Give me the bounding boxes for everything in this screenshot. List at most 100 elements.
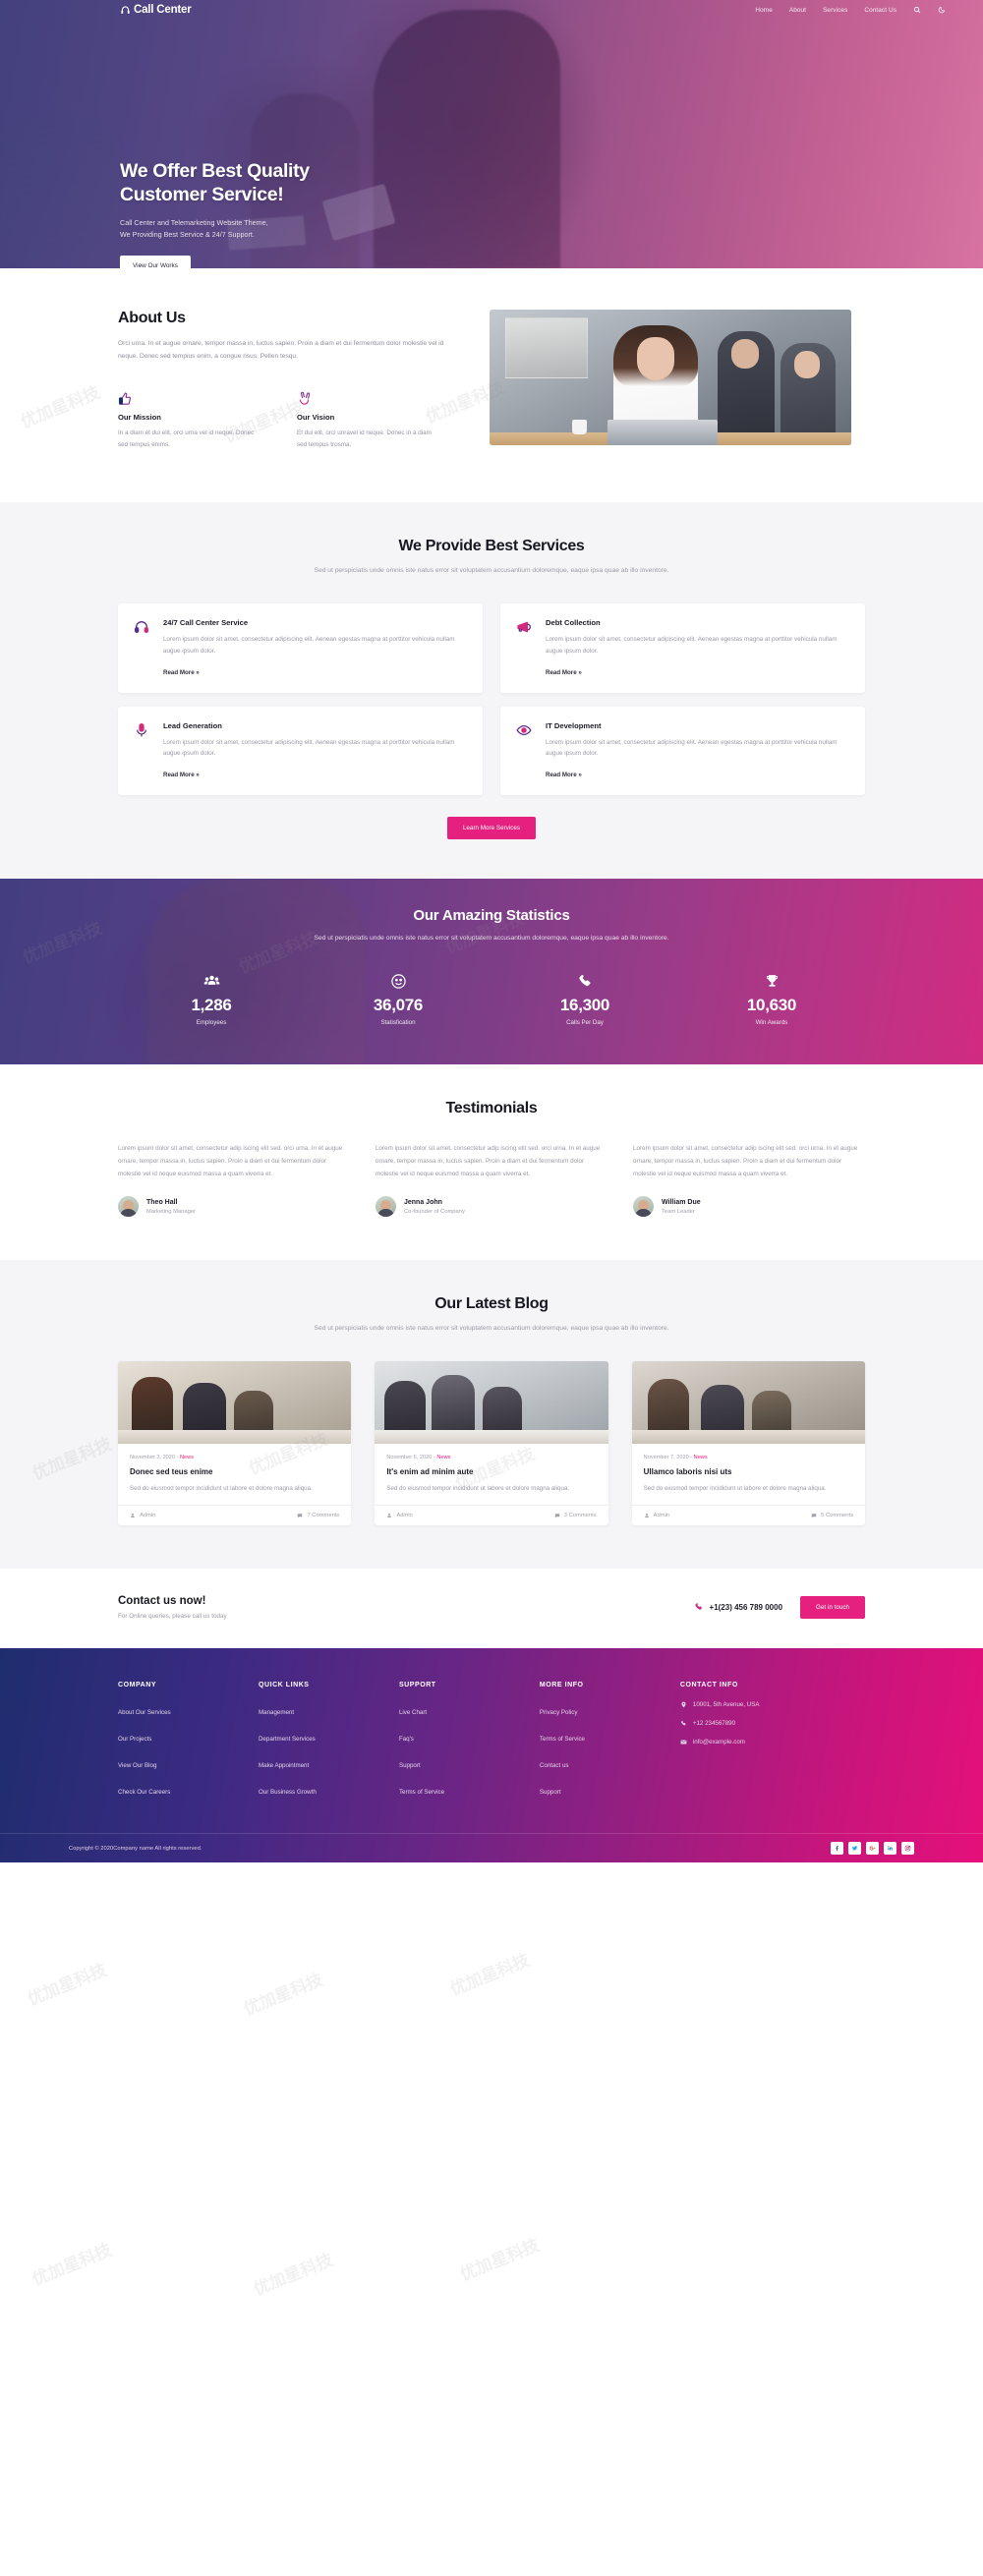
footer-link[interactable]: Check Our Careers	[118, 1789, 170, 1796]
contact-subtitle: For Online queries, please call us today	[118, 1613, 227, 1621]
read-more-link[interactable]: Read More »	[163, 772, 200, 778]
footer-link[interactable]: Terms of Service	[540, 1736, 585, 1743]
testimonial-name: Theo Hall	[146, 1198, 178, 1206]
brand-logo[interactable]: Call Center	[120, 4, 192, 16]
hero-title-line-1: We Offer Best Quality	[120, 160, 310, 182]
service-card[interactable]: Debt Collection Lorem ipsum dolor sit am…	[500, 602, 865, 693]
location-icon	[680, 1701, 687, 1710]
list-item: Support	[399, 1754, 540, 1772]
footer-heading: CONTACT INFO	[679, 1682, 738, 1689]
blog-post-author: Admin	[386, 1513, 413, 1518]
service-text: Lorem ipsum dolor sit amet, consectetur …	[163, 738, 455, 758]
copyright-text: Copyright © 2020Company name All rights …	[69, 1845, 202, 1852]
footer-link[interactable]: Contact us	[540, 1762, 569, 1769]
services-section: We Provide Best Services Sed ut perspici…	[0, 502, 983, 880]
about-description: Orci urna. In et augue ornare, tempor ma…	[118, 340, 444, 360]
stat-value: 10,630	[746, 995, 797, 1014]
nav-item-contact-us[interactable]: Contact Us	[864, 7, 896, 14]
testimonials-grid: Lorem ipsum dolor sit amet, consectetur …	[118, 1143, 865, 1218]
blog-post-category[interactable]: News	[436, 1455, 450, 1460]
contact-phone[interactable]: +1(23) 456 789 0000	[694, 1602, 783, 1614]
social-links	[831, 1842, 914, 1856]
megaphone-icon	[516, 618, 536, 679]
blog-post-image	[375, 1360, 608, 1444]
blog-post-card[interactable]: November 3, 2020 - News Donec sed teus e…	[118, 1360, 352, 1526]
view-our-works-button[interactable]: View Our Works	[120, 256, 191, 268]
linkedin-icon[interactable]	[884, 1842, 896, 1856]
twitter-icon[interactable]	[848, 1842, 861, 1856]
google-plus-icon[interactable]	[866, 1842, 879, 1856]
hero-title: We Offer Best Quality Customer Service!	[120, 160, 310, 207]
landing-page: Call Center Home About Services Contact …	[0, 0, 983, 2547]
headset-icon	[134, 618, 153, 679]
nav-links: Home About Services Contact Us	[755, 6, 946, 14]
footer-link[interactable]: Management	[259, 1709, 294, 1716]
footer-link[interactable]: Privacy Policy	[540, 1709, 578, 1716]
footer-link[interactable]: Support	[540, 1789, 561, 1796]
testimonial-name: William Due	[662, 1198, 701, 1206]
stat-calls-per-day: 16,300 Calls Per Day	[492, 971, 678, 1026]
testimonial-card: Lorem ipsum dolor sit amet, consectetur …	[633, 1143, 865, 1218]
mail-icon	[680, 1739, 687, 1747]
footer-link[interactable]: About Our Services	[118, 1709, 171, 1716]
nav-item-home[interactable]: Home	[755, 7, 772, 14]
blog-post-date: November 7, 2020 -	[643, 1454, 693, 1460]
contact-phone-number: +1(23) 456 789 0000	[709, 1603, 783, 1613]
watermark: 优加星科技	[251, 2250, 336, 2300]
blog-post-title[interactable]: Ullamco laboris nisi uts	[644, 1467, 853, 1476]
contact-cta-section: Contact us now! For Online queries, plea…	[0, 1569, 983, 1649]
footer-link[interactable]: Our Projects	[118, 1736, 151, 1743]
get-in-touch-button[interactable]: Get in touch	[800, 1596, 865, 1620]
peace-hand-icon	[297, 389, 434, 406]
nav-item-services[interactable]: Services	[823, 7, 847, 14]
blog-title: Our Latest Blog	[434, 1295, 549, 1313]
nav-item-about[interactable]: About	[789, 7, 806, 14]
blog-post-image	[631, 1360, 865, 1444]
read-more-link[interactable]: Read More »	[546, 669, 582, 676]
blog-post-excerpt: Sed do eiusmod tempor incididunt ut labo…	[643, 1484, 827, 1492]
footer-link[interactable]: View Our Blog	[118, 1762, 156, 1769]
blog-post-card[interactable]: November 7, 2020 - News Ullamco laboris …	[631, 1360, 865, 1526]
service-card[interactable]: IT Development Lorem ipsum dolor sit ame…	[500, 706, 865, 796]
mic-icon	[134, 721, 153, 782]
learn-more-services-button[interactable]: Learn More Services	[446, 817, 537, 840]
users-icon	[118, 971, 305, 993]
blog-post-comments: 5 Comments	[811, 1513, 853, 1518]
stat-value: 1,286	[191, 995, 232, 1014]
footer-column-support: SUPPORT Live Chart Faq's Support Terms o…	[399, 1682, 540, 1807]
user-icon	[387, 1514, 392, 1518]
blog-post-title[interactable]: Donec sed teus enime	[130, 1467, 339, 1476]
services-title: We Provide Best Services	[398, 538, 585, 555]
read-more-link[interactable]: Read More »	[163, 669, 200, 676]
service-card[interactable]: 24/7 Call Center Service Lorem ipsum dol…	[118, 602, 483, 693]
testimonial-role: Team Leader	[662, 1208, 695, 1215]
read-more-link[interactable]: Read More »	[546, 772, 582, 778]
blog-post-title[interactable]: It's enim ad minim aute	[386, 1467, 596, 1476]
footer-link[interactable]: Terms of Service	[399, 1789, 444, 1796]
footer-link[interactable]: Live Chart	[399, 1709, 427, 1716]
list-item: Contact us	[540, 1754, 680, 1772]
avatar	[118, 1196, 139, 1218]
footer-contact-email[interactable]: info@example.com	[680, 1739, 865, 1747]
service-card[interactable]: Lead Generation Lorem ipsum dolor sit am…	[118, 706, 483, 796]
footer-link[interactable]: Our Business Growth	[259, 1789, 317, 1796]
search-icon[interactable]	[913, 6, 921, 14]
eye-icon	[516, 721, 536, 782]
footer-link[interactable]: Make Appointment	[259, 1762, 309, 1769]
moon-icon[interactable]	[938, 6, 946, 14]
footer-contact-phone[interactable]: +12 234567890	[680, 1720, 865, 1729]
blog-post-category[interactable]: News	[180, 1455, 194, 1460]
blog-post-excerpt: Sed do eiusmod tempor incididunt ut labo…	[130, 1484, 313, 1492]
facebook-icon[interactable]	[831, 1842, 843, 1856]
list-item: Department Services	[259, 1728, 399, 1746]
footer-link[interactable]: Support	[399, 1762, 421, 1769]
testimonials-title: Testimonials	[445, 1100, 538, 1117]
instagram-icon[interactable]	[901, 1842, 914, 1856]
footer-link[interactable]: Department Services	[259, 1736, 316, 1743]
footer-link[interactable]: Faq's	[399, 1736, 414, 1743]
list-item: About Our Services	[118, 1701, 259, 1719]
blog-post-card[interactable]: November 6, 2020 - News It's enim ad min…	[375, 1360, 608, 1526]
stat-satisfaction: 36,076 Statisfication	[305, 971, 492, 1026]
blog-post-category[interactable]: News	[694, 1455, 708, 1460]
watermark: 优加星科技	[241, 1970, 326, 2020]
